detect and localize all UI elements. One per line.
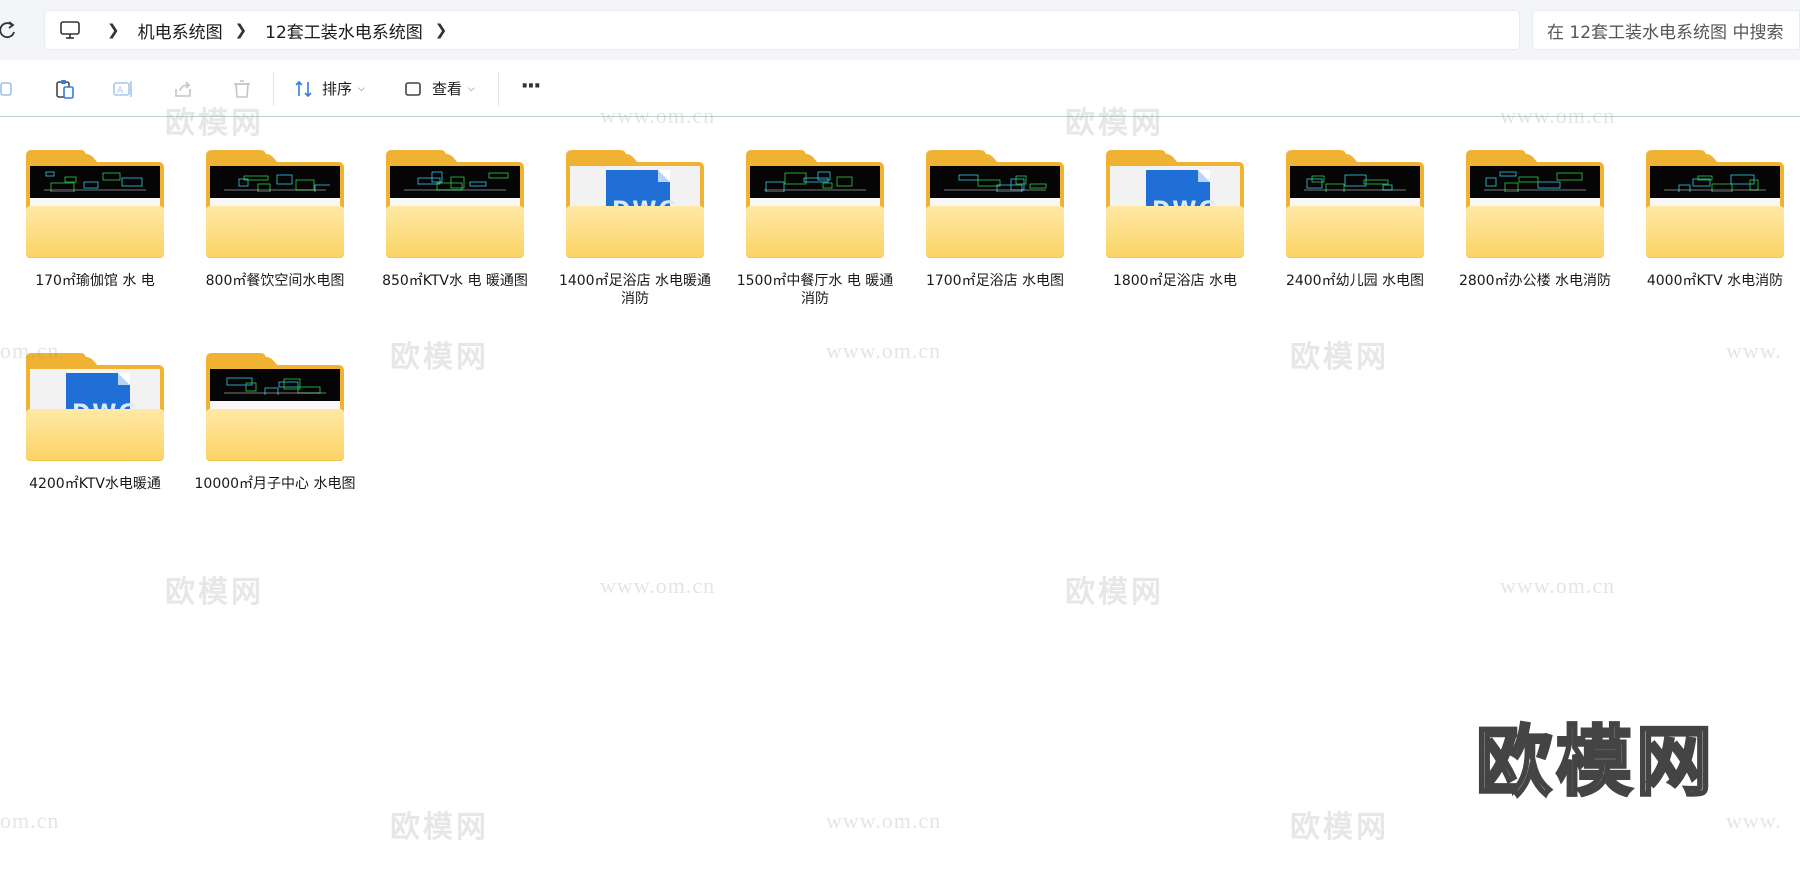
share-icon[interactable]: [170, 76, 196, 102]
toolbar-divider: [273, 72, 274, 106]
folder-name[interactable]: 1400㎡足浴店 水电暖通消防: [554, 272, 716, 308]
search-box[interactable]: 在 12套工装水电系统图 中搜索: [1532, 10, 1800, 50]
search-placeholder[interactable]: 在 12套工装水电系统图 中搜索: [1547, 18, 1783, 43]
folder-icon[interactable]: DWG: [1106, 148, 1244, 258]
address-bar-row: ❯ 机电系统图 ❯ 12套工装水电系统图 ❯ 在 12套工装水电系统图 中搜索: [0, 0, 1800, 60]
chevron-down-icon: ⌵: [358, 83, 365, 94]
breadcrumb-item[interactable]: 12套工装水电系统图: [265, 18, 423, 43]
refresh-icon[interactable]: [0, 18, 20, 42]
sort-icon: [294, 80, 314, 98]
delete-icon[interactable]: [229, 76, 255, 102]
folder-icon[interactable]: [746, 148, 884, 258]
rename-icon[interactable]: A: [110, 76, 136, 102]
folder-front: [566, 206, 704, 258]
folder-front: [206, 206, 344, 258]
folder-name[interactable]: 1500㎡中餐厅水 电 暖通 消防: [734, 272, 896, 308]
folder-icon[interactable]: DWG: [26, 351, 164, 461]
folder-icon[interactable]: [386, 148, 524, 258]
folder-front: [386, 206, 524, 258]
view-label: 查看: [432, 80, 463, 98]
folder-icon[interactable]: [206, 148, 344, 258]
folder-name[interactable]: 10000㎡月子中心 水电图: [194, 475, 356, 493]
folder-name[interactable]: 170㎡瑜伽馆 水 电: [14, 272, 176, 290]
folder-icon[interactable]: [1646, 148, 1784, 258]
sort-button[interactable]: 排序 ⌵: [294, 78, 365, 99]
breadcrumb-item[interactable]: 机电系统图: [138, 18, 223, 43]
folder-name[interactable]: 2400㎡幼儿园 水电图: [1274, 272, 1436, 290]
chevron-right-icon[interactable]: ❯: [435, 22, 448, 38]
sort-label: 排序: [322, 80, 353, 98]
folder-grid: 170㎡瑜伽馆 水 电 800㎡餐饮空间水电图 850㎡KTV水 电 暖通图 DWG 1…: [0, 118, 1800, 896]
folder-icon[interactable]: [1286, 148, 1424, 258]
folder-icon[interactable]: [26, 148, 164, 258]
folder-name[interactable]: 800㎡餐饮空间水电图: [194, 272, 356, 290]
folder-front: [926, 206, 1064, 258]
folder-front: [746, 206, 884, 258]
folder-front: [1286, 206, 1424, 258]
folder-name[interactable]: 4000㎡KTV 水电消防: [1634, 272, 1796, 290]
folder-front: [1466, 206, 1604, 258]
svg-text:A: A: [117, 86, 124, 96]
more-icon: ···: [520, 74, 541, 99]
computer-icon[interactable]: [59, 19, 81, 41]
address-box[interactable]: ❯ 机电系统图 ❯ 12套工装水电系统图 ❯: [44, 10, 1520, 50]
folder-name[interactable]: 1800㎡足浴店 水电: [1094, 272, 1256, 290]
folder-icon[interactable]: [926, 148, 1064, 258]
view-button[interactable]: 查看 ⌵: [404, 78, 475, 99]
folder-front: [26, 409, 164, 461]
toolbar-divider: [498, 72, 499, 106]
folder-name[interactable]: 1700㎡足浴店 水电图: [914, 272, 1076, 290]
folder-icon[interactable]: [1466, 148, 1604, 258]
folder-name[interactable]: 2800㎡办公楼 水电消防: [1454, 272, 1616, 290]
folder-icon[interactable]: DWG: [566, 148, 704, 258]
chevron-down-icon: ⌵: [468, 83, 475, 94]
folder-name[interactable]: 4200㎡KTV水电暖通: [14, 475, 176, 493]
folder-icon[interactable]: [206, 351, 344, 461]
copy-icon[interactable]: [0, 76, 18, 102]
chevron-right-icon[interactable]: ❯: [107, 22, 120, 38]
chevron-right-icon[interactable]: ❯: [235, 22, 248, 38]
paste-icon[interactable]: [52, 76, 78, 102]
command-bar: A 排序 ⌵ 查看 ⌵: [0, 60, 1800, 117]
folder-front: [1106, 206, 1244, 258]
view-icon: [404, 80, 422, 98]
folder-front: [26, 206, 164, 258]
folder-front: [1646, 206, 1784, 258]
more-options-button[interactable]: ···: [517, 74, 543, 100]
folder-front: [206, 409, 344, 461]
folder-name[interactable]: 850㎡KTV水 电 暖通图: [374, 272, 536, 290]
